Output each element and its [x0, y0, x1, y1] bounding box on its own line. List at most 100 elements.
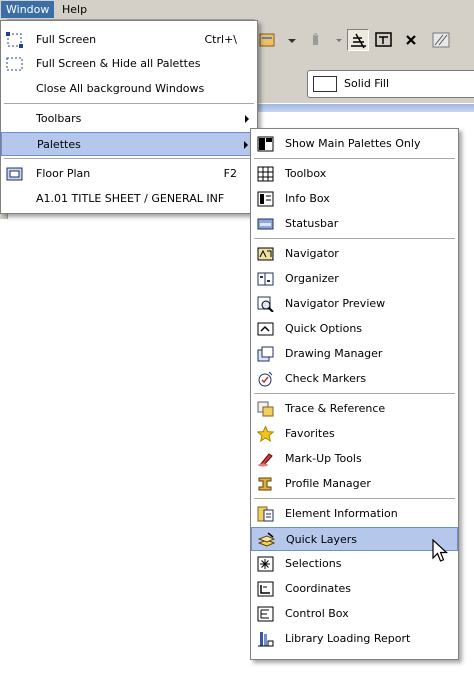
menu-window[interactable]: Window	[1, 1, 55, 18]
menu-item-info-box[interactable]: Info Box	[251, 187, 458, 211]
control-box-icon	[257, 606, 274, 622]
menu-item-label: Quick Options	[285, 322, 363, 335]
window-menu: Full Screen Ctrl+\ Full Screen & Hide al…	[0, 20, 258, 214]
menu-item-label: Palettes	[37, 138, 81, 151]
mouse-cursor-icon	[432, 538, 450, 565]
menu-item-label: Control Box	[285, 607, 349, 620]
favorites-star-icon	[256, 425, 275, 443]
menu-item-label: Favorites	[285, 427, 335, 440]
menu-separator	[254, 393, 455, 395]
main-palettes-icon	[257, 136, 274, 152]
standard-toolbar	[255, 19, 474, 64]
menu-item-show-main-palettes[interactable]: Show Main Palettes Only	[251, 132, 458, 156]
menu-item-statusbar[interactable]: Statusbar	[251, 212, 458, 236]
profile-manager-icon	[257, 476, 274, 492]
menu-item-navigator[interactable]: Navigator	[251, 242, 458, 266]
palettes-submenu: Show Main Palettes Only Toolbox Info Box…	[250, 128, 459, 660]
toolbar-trace-icon[interactable]	[347, 29, 369, 51]
fullscreen-icon	[6, 32, 23, 48]
menu-item-quick-options[interactable]: Quick Options	[251, 317, 458, 341]
fullscreen-hide-icon	[6, 56, 23, 72]
menu-separator	[4, 103, 254, 105]
menu-item-coordinates[interactable]: Coordinates	[251, 577, 458, 601]
quick-layers-icon	[257, 532, 276, 548]
menu-item-label: Toolbox	[285, 167, 327, 180]
trace-reference-icon	[257, 401, 274, 417]
element-information-icon	[257, 506, 274, 522]
menu-item-label: Profile Manager	[285, 477, 371, 490]
menu-item-label: Full Screen & Hide all Palettes	[36, 57, 201, 70]
toolbar-pen-icon[interactable]	[305, 29, 327, 51]
menu-item-label: Navigator	[285, 247, 339, 260]
toolbox-icon	[257, 166, 274, 182]
selections-icon	[257, 556, 274, 572]
toolbar-frame-icon[interactable]	[373, 29, 395, 51]
menu-item-label: Navigator Preview	[285, 297, 386, 310]
submenu-arrow-icon	[244, 141, 248, 149]
menu-item-quick-layers[interactable]: Quick Layers	[251, 527, 458, 551]
menu-item-element-information[interactable]: Element Information	[251, 502, 458, 526]
menu-item-label: Toolbars	[36, 112, 82, 125]
menu-separator	[254, 498, 455, 500]
quick-options-icon	[257, 321, 274, 337]
navigator-preview-icon	[257, 296, 274, 313]
info-box-icon	[257, 191, 274, 207]
navigator-icon	[257, 246, 274, 262]
menu-item-selections[interactable]: Selections	[251, 552, 458, 576]
menu-item-profile-manager[interactable]: Profile Manager	[251, 472, 458, 496]
menu-item-library-loading-report[interactable]: Library Loading Report	[251, 627, 458, 651]
fill-swatch	[313, 76, 337, 92]
fill-type-label: Solid Fill	[344, 77, 389, 90]
menu-item-label: Floor Plan	[36, 167, 91, 180]
floor-plan-icon	[6, 166, 23, 182]
menu-item-label: Mark-Up Tools	[285, 452, 362, 465]
statusbar-icon	[257, 216, 274, 232]
menu-item-label: Check Markers	[285, 372, 367, 385]
menu-item-label: Close All background Windows	[36, 82, 205, 95]
menu-item-palettes[interactable]: Palettes	[1, 132, 257, 156]
menu-shortcut: F2	[223, 167, 237, 180]
menu-item-full-screen-hide-palettes[interactable]: Full Screen & Hide all Palettes	[1, 52, 257, 76]
coordinates-icon	[257, 581, 274, 597]
menu-item-label: Organizer	[285, 272, 339, 285]
menu-separator	[4, 158, 254, 160]
menu-item-label: A1.01 TITLE SHEET / GENERAL INF	[36, 192, 225, 205]
toolbar-layout-icon[interactable]	[257, 29, 279, 51]
menu-item-control-box[interactable]: Control Box	[251, 602, 458, 626]
menu-item-toolbars[interactable]: Toolbars	[1, 107, 257, 131]
markup-tools-icon	[257, 451, 274, 467]
menu-item-label: Full Screen	[36, 33, 97, 46]
menu-item-label: Drawing Manager	[285, 347, 383, 360]
menu-item-trace-reference[interactable]: Trace & Reference	[251, 397, 458, 421]
menu-item-label: Statusbar	[285, 217, 339, 230]
menu-item-label: Selections	[285, 557, 342, 570]
menu-item-label: Library Loading Report	[285, 632, 411, 645]
chevron-down-icon[interactable]	[282, 29, 304, 51]
menu-item-navigator-preview[interactable]: Navigator Preview	[251, 292, 458, 316]
window-title-band	[255, 104, 474, 112]
organizer-icon	[257, 271, 274, 287]
menu-item-full-screen[interactable]: Full Screen Ctrl+\	[1, 28, 257, 52]
toolbar-hatch-icon[interactable]	[431, 29, 453, 51]
submenu-arrow-icon	[245, 115, 249, 123]
menu-separator	[254, 158, 455, 160]
menu-item-title-sheet[interactable]: A1.01 TITLE SHEET / GENERAL INF	[1, 187, 257, 211]
fill-type-selector[interactable]: Solid Fill	[307, 70, 474, 98]
menu-separator	[254, 238, 455, 240]
menu-item-favorites[interactable]: Favorites	[251, 422, 458, 446]
menu-item-close-background-windows[interactable]: Close All background Windows	[1, 77, 257, 101]
menu-item-markup-tools[interactable]: Mark-Up Tools	[251, 447, 458, 471]
drawing-manager-icon	[257, 346, 274, 362]
close-icon[interactable]	[401, 29, 423, 51]
menu-item-label: Trace & Reference	[285, 402, 386, 415]
menu-bar: Window Help	[0, 0, 474, 20]
menu-item-organizer[interactable]: Organizer	[251, 267, 458, 291]
menu-item-drawing-manager[interactable]: Drawing Manager	[251, 342, 458, 366]
menu-item-floor-plan[interactable]: Floor Plan F2	[1, 162, 257, 186]
attributes-toolbar: Solid Fill	[255, 63, 474, 103]
menu-help[interactable]: Help	[57, 1, 92, 18]
menu-item-label: Quick Layers	[286, 533, 358, 546]
menu-item-toolbox[interactable]: Toolbox	[251, 162, 458, 186]
menu-item-check-markers[interactable]: Check Markers	[251, 367, 458, 391]
menu-item-label: Show Main Palettes Only	[285, 137, 421, 150]
